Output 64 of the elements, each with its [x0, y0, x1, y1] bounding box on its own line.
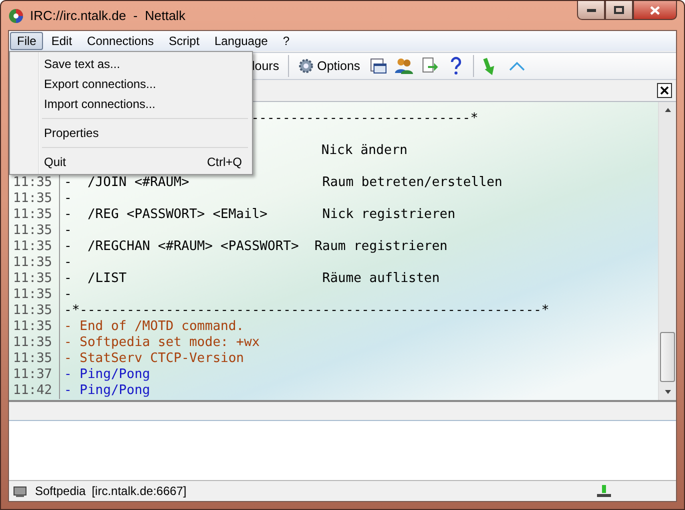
close-button[interactable] [633, 1, 677, 20]
chat-message: - /REGCHAN <#RAUM> <PASSWORT> Raum registrieren [64, 239, 448, 256]
timestamp: 11:35 [9, 255, 60, 272]
menu-item[interactable]: Language [207, 32, 275, 50]
close-icon [650, 6, 660, 14]
chat-message: - /JOIN <#RAUM> Raum betreten/erstellen [64, 175, 502, 192]
users-icon[interactable] [394, 56, 414, 75]
timestamp: 11:35 [9, 239, 60, 256]
export-icon[interactable] [421, 56, 440, 75]
close-icon [660, 86, 669, 95]
timestamp: 11:42 [9, 383, 60, 400]
connection-icon [596, 484, 612, 498]
chat-message: ----------------------------* [251, 111, 478, 128]
menu-entry[interactable]: Properties [12, 123, 250, 143]
chat-message: - /REG <PASSWORT> <EMail> Nick registrieren [64, 207, 456, 224]
app-icon [8, 8, 24, 24]
message-input[interactable] [9, 420, 676, 480]
maximize-button[interactable] [605, 1, 633, 20]
menu-item[interactable]: Edit [44, 32, 80, 50]
menu-entry[interactable]: Save text as... [12, 54, 250, 74]
options-button[interactable]: Options [295, 56, 364, 76]
menu-entry[interactable]: Export connections... [12, 74, 250, 94]
network-icon [13, 484, 29, 498]
chat-message: - [64, 191, 72, 208]
timestamp: 11:35 [9, 191, 60, 208]
chat-message: Nick ändern [321, 143, 408, 160]
chat-message: - StatServ CTCP-Version [64, 351, 244, 368]
menu-item[interactable]: File [10, 32, 44, 50]
scrollbar[interactable] [658, 102, 676, 400]
chat-message: - Ping/Pong [64, 383, 150, 400]
chat-message: - Softpedia set mode: +wx [64, 335, 260, 352]
timestamp: 11:35 [9, 271, 60, 288]
chat-message: - [64, 255, 72, 272]
help-icon[interactable] [450, 56, 462, 76]
window-list-icon[interactable] [369, 56, 388, 75]
timestamp: 11:35 [9, 319, 60, 336]
close-tab-button[interactable] [657, 82, 672, 98]
chat-message: - [64, 287, 72, 304]
timestamp: 11:35 [9, 335, 60, 352]
menu-item[interactable]: Script [162, 32, 206, 50]
chat-message: - /LIST Räume auflisten [64, 271, 440, 288]
timestamp: 11:35 [9, 207, 60, 224]
menu-item[interactable]: ? [276, 32, 297, 50]
minimize-icon [586, 8, 596, 12]
timestamp: 11:35 [9, 351, 60, 368]
menu-entry[interactable]: Quit Ctrl+Q [12, 152, 250, 172]
gear-icon [298, 58, 314, 74]
up-icon[interactable] [509, 60, 526, 71]
chat-message: - [64, 223, 72, 240]
chat-message: - Ping/Pong [64, 367, 150, 384]
timestamp: 11:35 [9, 303, 60, 320]
menu-item[interactable]: Connections [80, 32, 161, 50]
window-title: IRC://irc.ntalk.de - Nettalk [30, 8, 186, 23]
chat-message: - End of /MOTD command. [64, 319, 244, 336]
timestamp: 11:37 [9, 367, 60, 384]
chat-message: -*-----------------------------------------------------------* [64, 303, 550, 320]
nickname: Softpedia [35, 484, 86, 498]
scroll-thumb[interactable] [660, 332, 675, 382]
timestamp: 11:35 [9, 223, 60, 240]
menu-entry[interactable]: Import connections... [12, 94, 250, 114]
timestamp: 11:35 [9, 287, 60, 304]
minimize-button[interactable] [577, 1, 605, 20]
server-address: [irc.ntalk.de:6667] [92, 484, 186, 498]
maximize-icon [614, 6, 624, 14]
